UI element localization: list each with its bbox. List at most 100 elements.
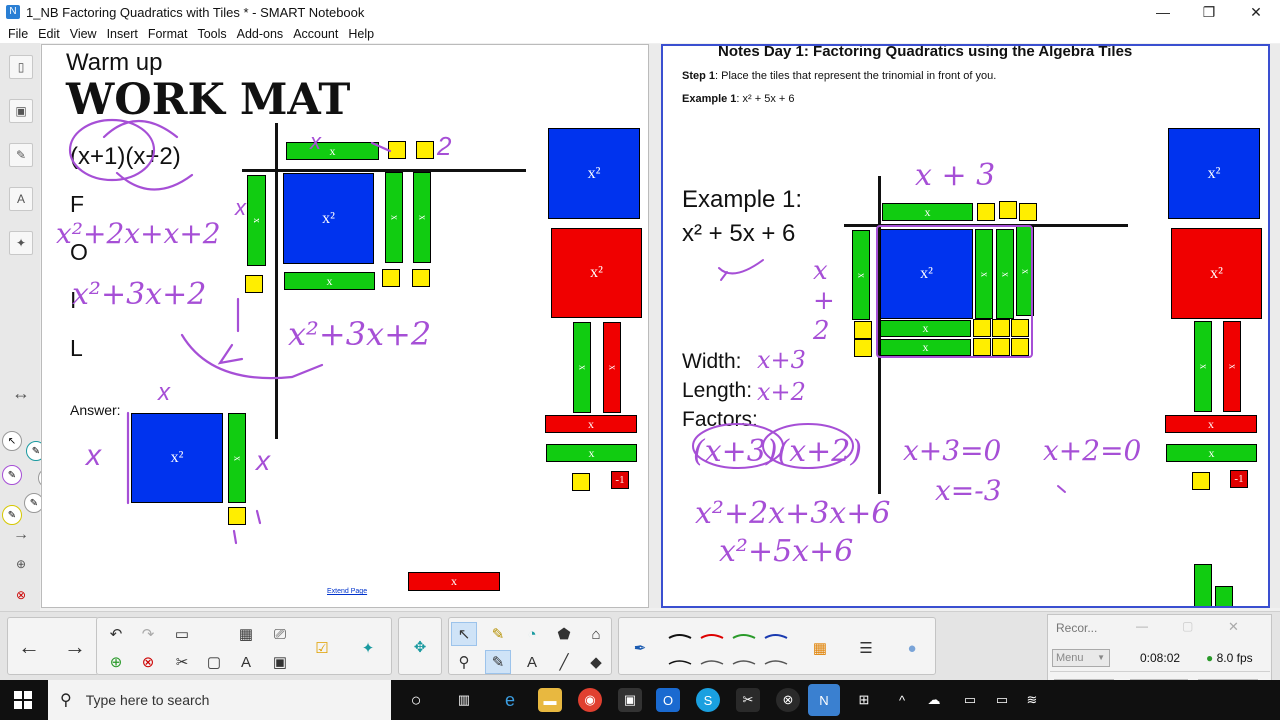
attachments-icon[interactable]: ✎ [9, 143, 33, 167]
menu-bar: File Edit View Insert Format Tools Add-o… [0, 24, 1280, 43]
menu-format[interactable]: Format [143, 27, 193, 41]
delete-page-icon[interactable]: ⊗ [135, 650, 161, 674]
title-bar: N 1_NB Factoring Quadratics with Tiles *… [0, 0, 1280, 24]
table-icon[interactable]: ▦ [233, 622, 259, 646]
network-drive-icon[interactable]: ⊞ [852, 688, 876, 712]
polygon-tool-icon[interactable]: ⬟ [551, 622, 577, 646]
chrome-icon[interactable]: ◉ [578, 688, 602, 712]
cortana-icon[interactable]: ○ [404, 688, 428, 712]
insert-icon[interactable]: ✂ [169, 650, 195, 674]
menu-account[interactable]: Account [288, 27, 343, 41]
fill-effects-icon[interactable]: ● [899, 636, 925, 660]
fill-tool-icon[interactable]: ⌂ [583, 622, 609, 646]
recorder-menu-dropdown[interactable]: Menu ▼ [1052, 649, 1110, 667]
edit-group: ↶ ↷ ▭ ▦ ⎚ ⊕ ⊗ ✂ ▢ A ▣ ☑ ✦ [96, 617, 392, 675]
nav-group: ← → [7, 617, 99, 675]
task-view-icon[interactable]: ▥ [452, 688, 476, 712]
next-arrow-icon[interactable]: → [9, 523, 33, 547]
document-camera-icon[interactable]: ⎚ [267, 622, 293, 646]
menu-edit[interactable]: Edit [33, 27, 65, 41]
menu-help[interactable]: Help [343, 27, 379, 41]
screen-capture-icon[interactable]: ▣ [267, 650, 293, 674]
full-screen-icon[interactable]: ▢ [201, 650, 227, 674]
show-hidden-icons[interactable]: ^ [890, 688, 914, 712]
minimize-button[interactable]: — [1140, 0, 1186, 24]
onedrive-icon[interactable]: ☁ [922, 688, 946, 712]
menu-add-ons[interactable]: Add-ons [232, 27, 289, 41]
tools-group: ↖ ✎ ◔ ⬟ ⌂ ⚲ ✎ A ╱ ◆ [448, 617, 612, 675]
menu-file[interactable]: File [3, 27, 33, 41]
page-sorter-icon[interactable]: ▯ [9, 55, 33, 79]
windows-start-icon[interactable] [14, 691, 32, 709]
file-explorer-icon[interactable]: ▬ [538, 688, 562, 712]
outlook-icon[interactable]: O [656, 688, 680, 712]
snip-tool-icon[interactable]: ✂ [736, 688, 760, 712]
network-icon[interactable]: ▭ [990, 688, 1014, 712]
highlighter-icon[interactable]: ✎ [2, 505, 22, 525]
right-ink-strokes [692, 225, 1066, 493]
page-scroll-strip[interactable] [1270, 44, 1280, 608]
line-tool-icon[interactable]: ╱ [551, 650, 577, 674]
battery-icon[interactable]: ▭ [958, 688, 982, 712]
delete-page-icon[interactable]: ⊗ [9, 583, 33, 607]
left-ink-strokes [68, 118, 392, 545]
properties-icon[interactable]: A [9, 187, 33, 211]
recorder-close-button[interactable]: ✕ [1228, 619, 1239, 635]
select-tool-icon[interactable]: ↖ [451, 622, 477, 646]
recorder-minimize-button[interactable]: — [1136, 619, 1148, 633]
recorder-fps: ● 8.0 fps [1206, 651, 1253, 665]
eraser-tool-icon[interactable]: ◆ [583, 650, 609, 674]
xbox-icon[interactable]: ⊗ [776, 688, 800, 712]
skype-icon[interactable]: S [696, 688, 720, 712]
activity-builder-icon[interactable]: ✦ [355, 636, 381, 660]
search-icon: ⚲ [60, 692, 72, 709]
redo-icon[interactable]: ↷ [135, 622, 161, 646]
shapes-tool-icon[interactable]: ◔ [519, 622, 545, 646]
smart-notebook-app-icon: N [6, 5, 20, 19]
response-icon[interactable]: ☑ [309, 636, 335, 660]
page-gutter [649, 44, 661, 608]
next-page-icon[interactable]: → [62, 634, 88, 659]
text-icon[interactable]: A [519, 650, 545, 674]
smart-notebook-taskbar-icon[interactable]: N [808, 684, 840, 716]
recorder-menu-label: Menu [1056, 652, 1084, 664]
screen-shade-icon[interactable]: ▭ [169, 622, 195, 646]
text-tool-icon[interactable]: A [233, 650, 259, 674]
menu-view[interactable]: View [65, 27, 102, 41]
edge-browser-icon[interactable]: e [498, 688, 522, 712]
right-notebook-page[interactable]: Notes Day 1: Factoring Quadratics using … [661, 44, 1270, 608]
pen-tool-icon[interactable]: ✎ [485, 622, 511, 646]
recorder-divider [1050, 671, 1270, 672]
taskbar-search-box[interactable]: ⚲ Type here to search [48, 680, 391, 720]
recorder-fps-value: 8.0 fps [1216, 651, 1253, 665]
window-title: 1_NB Factoring Quadratics with Tiles * -… [26, 4, 365, 20]
measure-tool-icon[interactable]: ⚲ [451, 650, 477, 674]
menu-tools[interactable]: Tools [192, 27, 231, 41]
side-tabs-panel: ▯ ▣ ✎ A ✦ ↔ ↖ ✎ ✎ ✎ ✎ ✎ → ⊕ ⊗ [0, 43, 58, 611]
add-ons-icon[interactable]: ✦ [9, 231, 33, 255]
select-pen-icon[interactable]: ↖ [2, 431, 22, 451]
recorder-maximize-button[interactable]: ▢ [1182, 619, 1193, 633]
pen-purple-icon[interactable]: ✎ [2, 465, 22, 485]
wifi-icon[interactable]: ≋ [1020, 688, 1044, 712]
left-notebook-page[interactable]: Warm up WORK MAT (x+1)(x+2) F O I L Answ… [41, 44, 649, 608]
add-page-icon[interactable]: ⊕ [9, 552, 33, 576]
recorder-time: 0:08:02 [1140, 651, 1181, 665]
search-placeholder: Type here to search [85, 692, 210, 708]
chevron-down-icon: ▼ [1097, 653, 1105, 662]
previous-page-icon[interactable]: ← [16, 634, 42, 659]
add-page-icon[interactable]: ⊕ [103, 650, 129, 674]
resize-arrows-icon[interactable]: ↔ [9, 381, 33, 405]
color-palette-icon[interactable]: ▦ [807, 636, 833, 660]
maximize-button[interactable]: ❐ [1186, 0, 1232, 24]
store-icon[interactable]: ▣ [618, 688, 642, 712]
add-ons-puzzle-icon[interactable]: ✥ [407, 635, 433, 659]
close-button[interactable]: ✕ [1233, 0, 1279, 24]
line-thickness-icon[interactable]: ☰ [853, 636, 879, 660]
menu-insert[interactable]: Insert [102, 27, 143, 41]
magic-pen-icon[interactable]: ✎ [485, 650, 511, 674]
undo-icon[interactable]: ↶ [103, 622, 129, 646]
recorder-title: Recor... [1056, 621, 1098, 635]
pen-type-icon[interactable]: ✒ [627, 636, 653, 660]
gallery-icon[interactable]: ▣ [9, 99, 33, 123]
